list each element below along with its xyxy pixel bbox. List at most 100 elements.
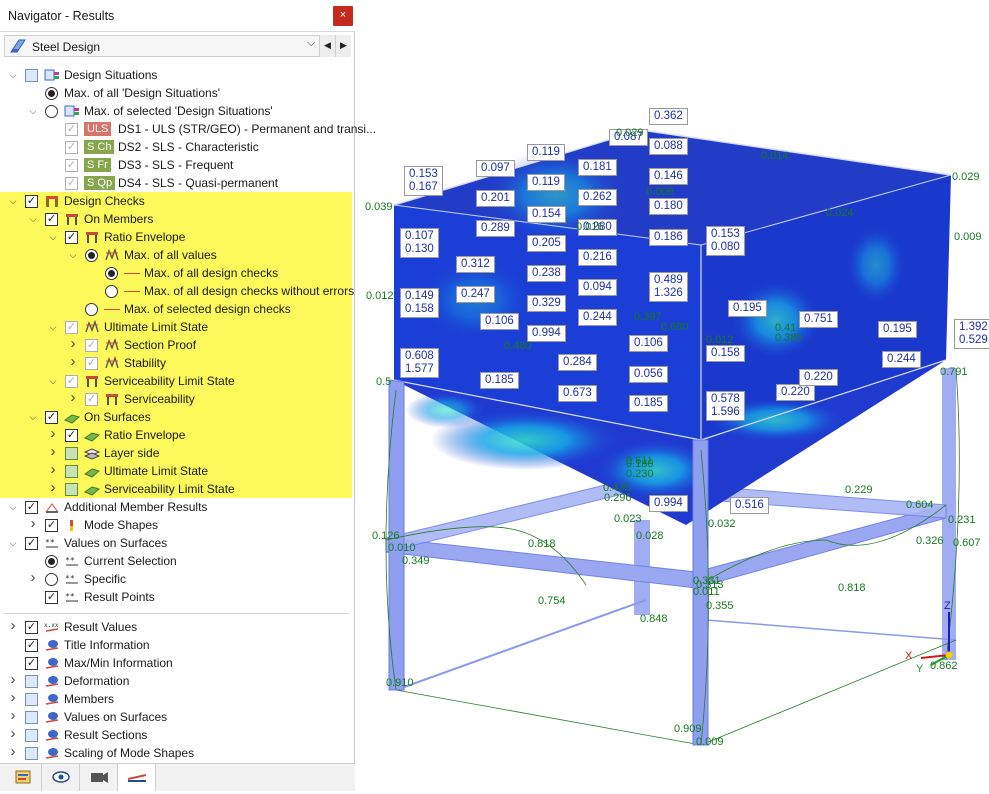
tree-item-rs[interactable]: › Result Sections: [0, 725, 352, 744]
checkbox[interactable]: ✓: [85, 357, 98, 370]
checkbox[interactable]: ✓: [25, 657, 38, 670]
tree-item-ds-layer[interactable]: › Layer side: [0, 443, 352, 462]
checkbox[interactable]: [25, 69, 38, 82]
chevron-right-icon[interactable]: ›: [27, 569, 39, 587]
tree-item-ds2[interactable]: ✓ S Ch DS2 - SLS - Characteristic: [0, 138, 352, 156]
tree-item-mem[interactable]: › Members: [0, 689, 352, 708]
tree-item-dc[interactable]: ⌵ ✓ Design Checks: [0, 192, 352, 210]
checkbox[interactable]: ✓: [25, 639, 38, 652]
next-module-button[interactable]: ▶: [335, 35, 351, 57]
tree-item-ds-uls[interactable]: › Ultimate Limit State: [0, 461, 352, 480]
tree-item-mm[interactable]: ✓ Max/Min Information: [0, 654, 352, 672]
results-3d-view[interactable]: 0.362 0.087 0.088 0.146 0.180 0.186 0.119 0.181…: [356, 0, 989, 791]
radio-button[interactable]: [45, 105, 58, 118]
chevron-down-icon[interactable]: ⌵: [47, 372, 59, 390]
tree-item-amr-mode[interactable]: › ✓ Mode Shapes: [0, 515, 352, 534]
chevron-right-icon[interactable]: ›: [47, 443, 59, 461]
tree-item-sms[interactable]: › Scaling of Mode Shapes: [0, 743, 352, 762]
chevron-down-icon[interactable]: ⌵: [27, 210, 39, 228]
chevron-right-icon[interactable]: ›: [7, 617, 19, 635]
tree-item-vos-cur[interactable]: ** Current Selection: [0, 552, 352, 570]
radio-button[interactable]: [45, 573, 58, 586]
tree-item-dc-maxall[interactable]: ⌵ Max. of all values: [0, 246, 352, 264]
tree-item-vos[interactable]: ⌵ ✓ ** Values on Surfaces: [0, 534, 352, 552]
checkbox[interactable]: ✓: [25, 195, 38, 208]
close-button[interactable]: ×: [333, 6, 353, 26]
tree-item-dc-maxnoerr[interactable]: Max. of all design checks without errors: [0, 282, 354, 300]
checkbox[interactable]: [25, 729, 38, 742]
radio-button[interactable]: [105, 267, 118, 280]
chevron-right-icon[interactable]: ›: [47, 461, 59, 479]
checkbox[interactable]: ✓: [65, 429, 78, 442]
tree-item-ds3[interactable]: ✓ S Fr DS3 - SLS - Frequent: [0, 156, 352, 174]
chevron-right-icon[interactable]: ›: [7, 743, 19, 761]
chevron-down-icon[interactable]: ⌵: [47, 318, 59, 336]
tree-item-dc-maxsel[interactable]: Max. of selected design checks: [0, 300, 352, 318]
chevron-right-icon[interactable]: ›: [67, 353, 79, 371]
checkbox[interactable]: [25, 747, 38, 760]
chevron-right-icon[interactable]: ›: [67, 389, 79, 407]
chevron-down-icon[interactable]: ⌵: [7, 498, 19, 516]
radio-button[interactable]: [85, 303, 98, 316]
tree-item-ti[interactable]: ✓ Title Information: [0, 636, 352, 654]
checkbox[interactable]: ✓: [65, 231, 78, 244]
tree-item-ds[interactable]: ⌵ Design Situations: [0, 66, 352, 84]
radio-button[interactable]: [105, 285, 118, 298]
chevron-down-icon[interactable]: ⌵: [67, 246, 79, 264]
tree-item-dc-svc[interactable]: › ✓ Serviceability: [0, 389, 352, 408]
chevron-down-icon[interactable]: ⌵: [307, 37, 315, 50]
tree-item-rv[interactable]: › ✓ x.xx Result Values: [0, 617, 352, 636]
checkbox[interactable]: ✓: [65, 321, 78, 334]
checkbox[interactable]: [25, 675, 38, 688]
checkbox[interactable]: ✓: [65, 123, 78, 136]
chevron-right-icon[interactable]: ›: [27, 515, 39, 533]
chevron-down-icon[interactable]: ⌵: [7, 534, 19, 552]
checkbox[interactable]: ✓: [85, 393, 98, 406]
views-tab[interactable]: [80, 764, 118, 791]
tree-item-dc-env[interactable]: ⌵ ✓ Ratio Envelope: [0, 228, 352, 246]
chevron-right-icon[interactable]: ›: [7, 707, 19, 725]
chevron-down-icon[interactable]: ⌵: [27, 102, 39, 120]
checkbox[interactable]: ✓: [25, 501, 38, 514]
chevron-down-icon[interactable]: ⌵: [47, 228, 59, 246]
chevron-down-icon[interactable]: ⌵: [7, 192, 19, 210]
radio-button[interactable]: [45, 87, 58, 100]
tree-item-ds-all[interactable]: Max. of all 'Design Situations': [0, 84, 352, 102]
checkbox[interactable]: ✓: [85, 339, 98, 352]
tree-item-ds-sls[interactable]: › Serviceability Limit State: [0, 479, 352, 498]
tree-item-ds-env[interactable]: › ✓ Ratio Envelope: [0, 425, 352, 444]
chevron-right-icon[interactable]: ›: [47, 479, 59, 497]
checkbox[interactable]: ✓: [65, 141, 78, 154]
tree-item-dc-maxchk[interactable]: Max. of all design checks: [0, 264, 352, 282]
chevron-right-icon[interactable]: ›: [7, 689, 19, 707]
chevron-right-icon[interactable]: ›: [7, 725, 19, 743]
module-select[interactable]: Steel Design ⌵ ◀ ▶: [4, 35, 351, 57]
previous-module-button[interactable]: ◀: [319, 35, 335, 57]
checkbox[interactable]: [65, 465, 78, 478]
tree-item-dc-surf[interactable]: ⌵ ✓ On Surfaces: [0, 408, 352, 426]
checkbox[interactable]: ✓: [65, 375, 78, 388]
tree-item-def[interactable]: › Deformation: [0, 671, 352, 690]
tree-item-dc-stab[interactable]: › ✓ Stability: [0, 353, 352, 372]
checkbox[interactable]: [25, 711, 38, 724]
data-tab[interactable]: [4, 764, 42, 791]
checkbox[interactable]: ✓: [65, 159, 78, 172]
tree-item-dc-sls[interactable]: ⌵ ✓ Serviceability Limit State: [0, 372, 352, 390]
checkbox[interactable]: [65, 447, 78, 460]
results-tab[interactable]: [118, 764, 156, 791]
checkbox[interactable]: ✓: [25, 537, 38, 550]
checkbox[interactable]: ✓: [45, 213, 58, 226]
checkbox[interactable]: ✓: [45, 519, 58, 532]
checkbox[interactable]: ✓: [45, 411, 58, 424]
checkbox[interactable]: ✓: [65, 177, 78, 190]
tree-item-vos2[interactable]: › Values on Surfaces: [0, 707, 352, 726]
tree-item-dc-sp[interactable]: › ✓ Section Proof: [0, 335, 352, 354]
chevron-right-icon[interactable]: ›: [67, 335, 79, 353]
tree-item-ds4[interactable]: ✓ S Qp DS4 - SLS - Quasi-permanent: [0, 174, 352, 192]
tree-item-dc-mem[interactable]: ⌵ ✓ On Members: [0, 210, 352, 228]
checkbox[interactable]: [65, 483, 78, 496]
tree-item-amr[interactable]: ⌵ ✓ Additional Member Results: [0, 498, 352, 516]
radio-button[interactable]: [45, 555, 58, 568]
display-tab[interactable]: [42, 764, 80, 791]
tree-item-ds-sel[interactable]: ⌵ Max. of selected 'Design Situations': [0, 102, 352, 120]
